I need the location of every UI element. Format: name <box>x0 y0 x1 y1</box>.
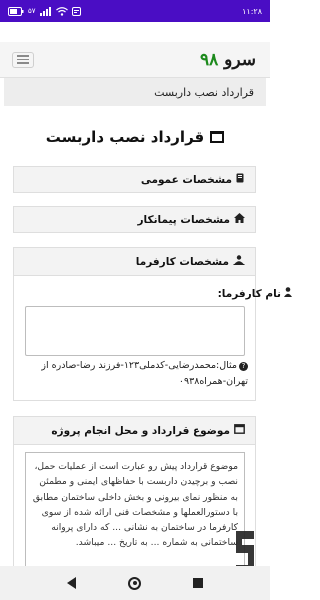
back-icon[interactable] <box>67 577 76 589</box>
home-icon[interactable] <box>128 576 141 590</box>
battery-icon <box>8 6 24 16</box>
subject-text: موضوع قرارداد پیش رو عبارت است از عملیات… <box>32 461 238 549</box>
breadcrumb-label: قرارداد نصب داربست <box>154 86 254 99</box>
notification-icon <box>71 6 81 16</box>
page-title-text: قرارداد نصب داربست <box>45 128 205 146</box>
app-navbar: سرو ۹۸ <box>0 42 270 78</box>
user-group-icon <box>233 255 245 268</box>
page-title: قرارداد نصب داربست <box>0 128 270 146</box>
signal-icon <box>39 6 52 16</box>
status-left: ۵۷ <box>8 6 81 16</box>
user-icon <box>284 287 292 300</box>
breadcrumb: قرارداد نصب داربست <box>4 78 266 106</box>
section-subject-header[interactable]: موضوع قرارداد و محل انجام پروژه <box>14 417 255 445</box>
status-bar: ۵۷ ۱۱:۲۸ <box>0 0 270 22</box>
system-nav-bar <box>0 566 270 600</box>
book-icon <box>236 173 245 186</box>
employer-hint-text: مثال:محمدرضایی-کدملی۱۲۳-فرزند رضا-صادره … <box>41 360 248 387</box>
brand-logo[interactable]: سرو ۹۸ <box>200 50 256 70</box>
hamburger-icon[interactable] <box>12 51 34 68</box>
section-general-label: مشخصات عمومی <box>140 173 232 186</box>
section-employer-label: مشخصات کارفرما <box>135 255 229 268</box>
employer-name-label-text: نام کارفرما: <box>217 288 281 300</box>
section-contractor-header[interactable]: مشخصات پیمانکار <box>13 206 256 233</box>
employer-name-input[interactable] <box>25 306 245 356</box>
recent-apps-icon[interactable] <box>193 578 203 588</box>
employer-hint: ?مثال:محمدرضایی-کدملی۱۲۳-فرزند رضا-صادره… <box>20 358 248 390</box>
section-subject-label: موضوع قرارداد و محل انجام پروژه <box>51 424 230 437</box>
window-icon <box>210 131 225 143</box>
employer-name-label: نام کارفرما: <box>218 287 292 300</box>
section-general-header[interactable]: مشخصات عمومی <box>13 166 256 193</box>
window-icon <box>234 424 245 437</box>
wifi-icon <box>55 6 68 16</box>
subject-textarea[interactable]: موضوع قرارداد پیش رو عبارت است از عملیات… <box>25 452 245 566</box>
battery-percent: ۵۷ <box>28 7 36 15</box>
question-icon: ? <box>239 362 248 371</box>
status-time: ۱۱:۲۸ <box>242 6 262 16</box>
section-contractor-label: مشخصات پیمانکار <box>137 213 231 226</box>
brand-number: ۹۸ <box>199 49 219 70</box>
section-employer-header[interactable]: مشخصات کارفرما <box>14 248 255 276</box>
home-icon <box>234 213 245 226</box>
brand-name: سرو <box>224 49 256 70</box>
